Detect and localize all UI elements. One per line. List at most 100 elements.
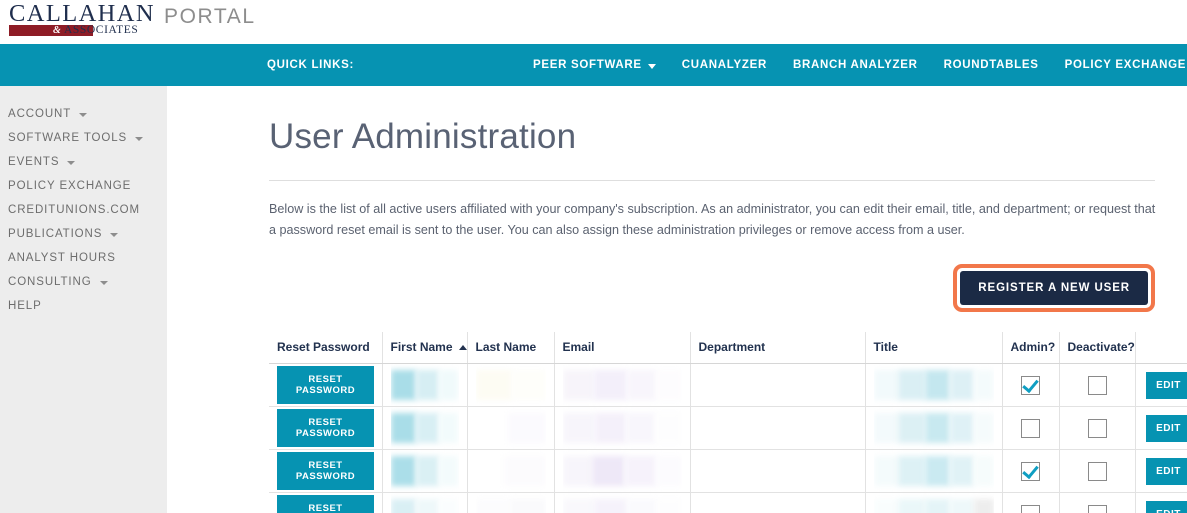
nav-item-label: PEER SOFTWARE <box>533 59 642 71</box>
edit-button[interactable]: EDIT <box>1145 371 1187 399</box>
users-table: Reset Password First Name Last Name Emai… <box>269 332 1187 513</box>
cell-department <box>690 449 866 493</box>
admin-checkbox[interactable] <box>1021 461 1040 481</box>
users-table-body: RESET PASSWORD EDIT RESET PASSWORD EDIT … <box>269 363 1187 513</box>
reset-password-button[interactable]: RESET PASSWORD <box>277 452 374 490</box>
cell-deactivate <box>1059 406 1136 450</box>
reset-password-button[interactable]: RESET PASSWORD <box>277 409 374 447</box>
cell-admin <box>1002 492 1060 513</box>
cell-first-name <box>382 406 468 450</box>
edit-button[interactable]: EDIT <box>1145 457 1187 485</box>
redacted-value <box>390 493 459 513</box>
redacted-value <box>562 364 682 406</box>
nav-item-label: CUANALYZER <box>681 59 767 71</box>
sidebar-item-account[interactable]: ACCOUNT <box>0 102 167 126</box>
admin-checkbox[interactable] <box>1021 504 1040 513</box>
redacted-value <box>475 407 546 449</box>
sidebar-item-consulting[interactable]: CONSULTING <box>0 270 167 294</box>
column-header-title[interactable]: Title <box>865 332 1003 364</box>
column-header-department[interactable]: Department <box>690 332 866 364</box>
cell-last-name <box>467 449 555 493</box>
nav-item-roundtables[interactable]: ROUNDTABLES <box>931 59 1052 71</box>
nav-item-peer-software[interactable]: PEER SOFTWARE <box>520 59 669 71</box>
redacted-value <box>562 450 682 492</box>
redacted-value <box>562 493 682 513</box>
cell-admin <box>1002 363 1060 407</box>
reset-password-button[interactable]: RESET PASSWORD <box>277 366 374 404</box>
sidebar-item-creditunions-com[interactable]: CREDITUNIONS.COM <box>0 198 167 222</box>
chevron-down-icon <box>110 233 119 237</box>
cell-title <box>865 449 1003 493</box>
deactivate-checkbox[interactable] <box>1087 418 1107 438</box>
cell-email <box>554 492 691 513</box>
nav-item-policy-exchange[interactable]: POLICY EXCHANGE <box>1052 59 1187 71</box>
chevron-down-icon <box>647 63 656 69</box>
nav-item-branch-analyzer[interactable]: BRANCH ANALYZER <box>780 59 931 71</box>
cell-email <box>554 363 691 407</box>
cell-actions: EDIT <box>1135 492 1187 513</box>
edit-button[interactable]: EDIT <box>1145 500 1187 513</box>
callahan-logo[interactable]: CALLAHAN & ASSOCIATES <box>6 1 154 36</box>
redacted-value <box>698 364 857 406</box>
quick-links-label: QUICK LINKS: <box>267 59 354 71</box>
sidebar: ACCOUNT SOFTWARE TOOLS EVENTS POLICY EXC… <box>0 86 167 513</box>
cell-first-name <box>382 449 468 493</box>
table-row: RESET PASSWORD EDIT <box>269 406 1187 450</box>
nav-item-cuanalyzer[interactable]: CUANALYZER <box>669 59 780 71</box>
sidebar-item-publications[interactable]: PUBLICATIONS <box>0 222 167 246</box>
cell-email <box>554 406 691 450</box>
cell-first-name <box>382 363 468 407</box>
edit-button[interactable]: EDIT <box>1145 414 1187 442</box>
register-button-row: REGISTER A NEW USER <box>269 264 1155 312</box>
redacted-value <box>873 407 994 449</box>
cell-title <box>865 406 1003 450</box>
sidebar-item-events[interactable]: EVENTS <box>0 150 167 174</box>
column-header-deactivate[interactable]: Deactivate? <box>1059 332 1136 364</box>
cell-reset-password: RESET PASSWORD <box>269 406 383 450</box>
logo-associates-text: ASSOCIATES <box>64 24 139 36</box>
column-header-last-name[interactable]: Last Name <box>467 332 555 364</box>
admin-checkbox[interactable] <box>1021 418 1040 438</box>
column-header-first-name[interactable]: First Name <box>382 332 468 364</box>
table-header-row: Reset Password First Name Last Name Emai… <box>269 332 1187 364</box>
site-header: CALLAHAN & ASSOCIATES PORTAL <box>0 0 1187 44</box>
cell-first-name <box>382 492 468 513</box>
admin-checkbox[interactable] <box>1021 375 1040 395</box>
cell-actions: EDIT <box>1135 406 1187 450</box>
sidebar-item-label: CREDITUNIONS.COM <box>8 204 140 216</box>
deactivate-checkbox[interactable] <box>1087 375 1107 395</box>
title-divider <box>269 180 1155 181</box>
sidebar-item-label: EVENTS <box>8 156 60 168</box>
column-header-email[interactable]: Email <box>554 332 691 364</box>
sidebar-item-label: ANALYST HOURS <box>8 252 116 264</box>
page-body: ACCOUNT SOFTWARE TOOLS EVENTS POLICY EXC… <box>0 86 1187 513</box>
deactivate-checkbox[interactable] <box>1087 461 1107 481</box>
redacted-value <box>475 493 546 513</box>
redacted-value <box>873 493 994 513</box>
users-table-head: Reset Password First Name Last Name Emai… <box>269 332 1187 364</box>
cell-department <box>690 363 866 407</box>
sidebar-item-software-tools[interactable]: SOFTWARE TOOLS <box>0 126 167 150</box>
sidebar-item-analyst-hours[interactable]: ANALYST HOURS <box>0 246 167 270</box>
column-header-admin[interactable]: Admin? <box>1002 332 1060 364</box>
cell-reset-password: RESET PASSWORD <box>269 449 383 493</box>
cell-deactivate <box>1059 363 1136 407</box>
chevron-down-icon <box>67 161 76 165</box>
redacted-value <box>698 493 857 513</box>
sort-ascending-icon <box>458 345 467 350</box>
table-row: RESET PASSWORD EDIT <box>269 449 1187 493</box>
register-a-new-user-button[interactable]: REGISTER A NEW USER <box>960 271 1148 305</box>
cell-deactivate <box>1059 492 1136 513</box>
sidebar-item-help[interactable]: HELP <box>0 294 167 318</box>
sidebar-item-policy-exchange[interactable]: POLICY EXCHANGE <box>0 174 167 198</box>
redacted-value <box>390 364 459 406</box>
users-table-wrapper: Reset Password First Name Last Name Emai… <box>269 332 1187 513</box>
column-header-reset-password[interactable]: Reset Password <box>269 332 383 364</box>
deactivate-checkbox[interactable] <box>1087 504 1107 513</box>
reset-password-button[interactable]: RESET PASSWORD <box>277 495 374 513</box>
cell-title <box>865 363 1003 407</box>
nav-item-label: BRANCH ANALYZER <box>792 59 918 71</box>
navbar-items: PEER SOFTWARE CUANALYZER BRANCH ANALYZER… <box>520 59 1187 71</box>
table-row: RESET PASSWORD EDIT <box>269 492 1187 513</box>
redacted-value <box>475 450 546 492</box>
